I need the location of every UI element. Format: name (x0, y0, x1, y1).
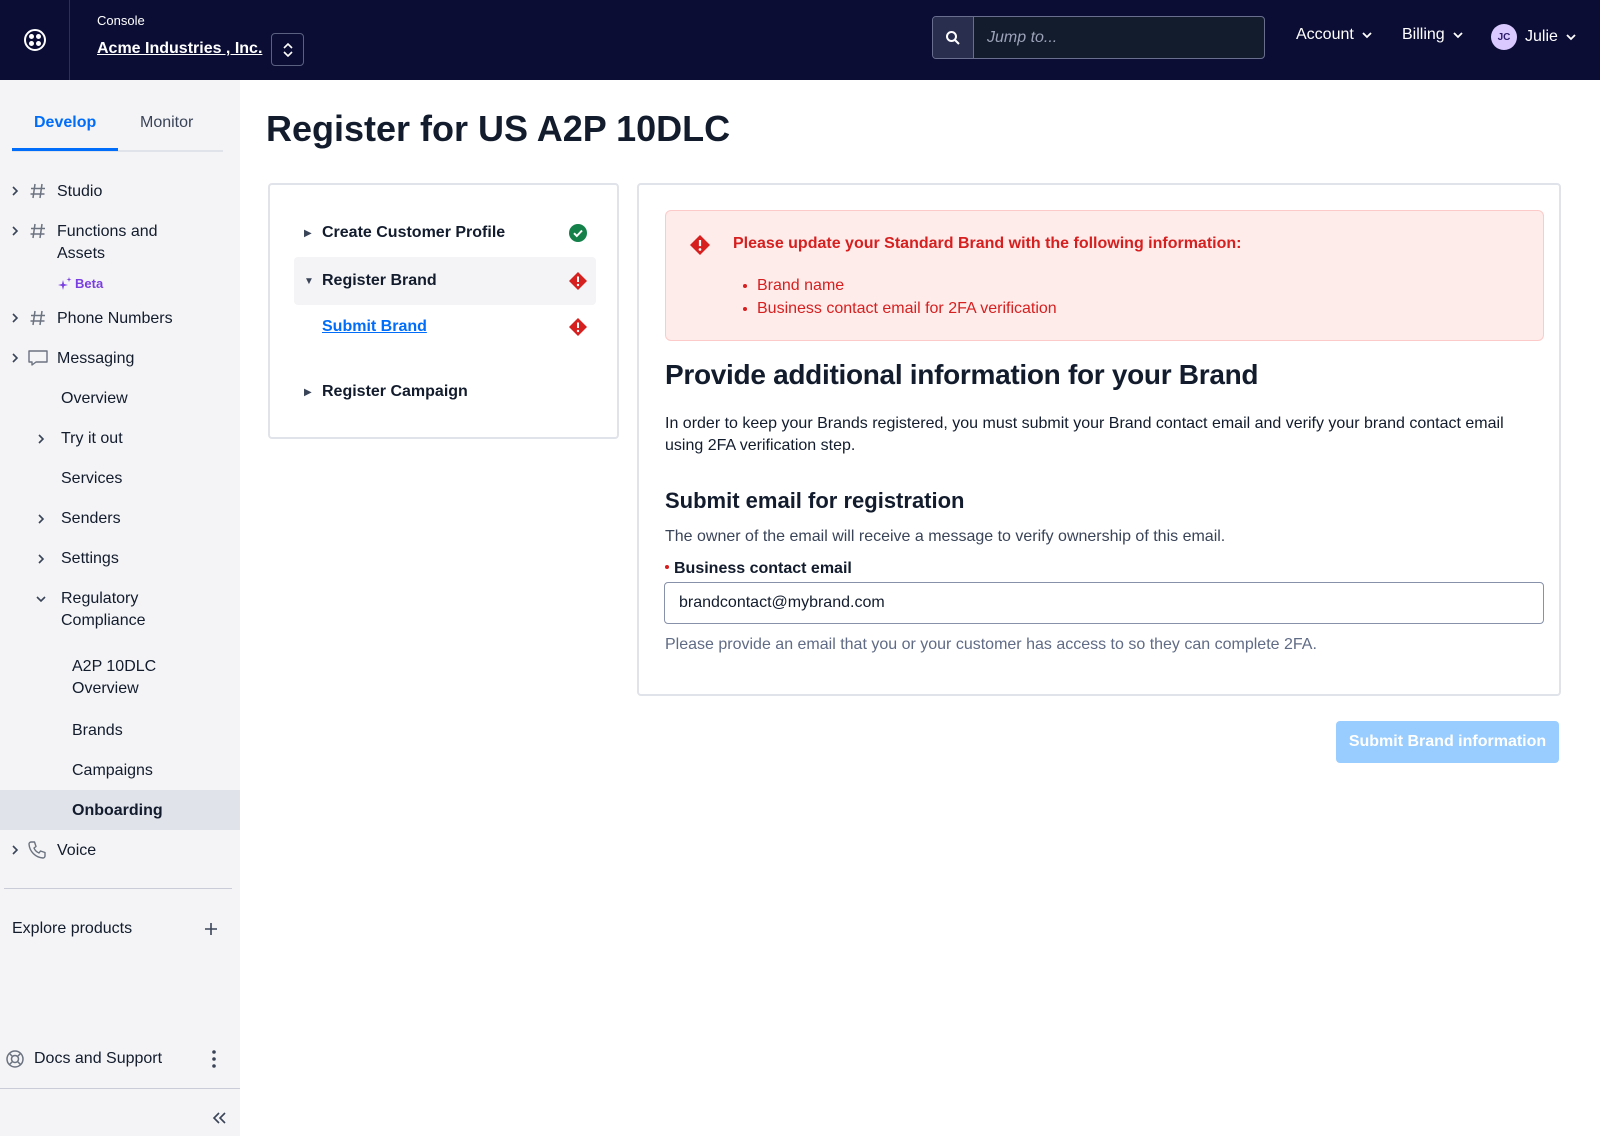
caret-down-icon: ▼ (304, 275, 314, 287)
jump-to-search (932, 16, 1265, 59)
chevron-down-icon (1453, 32, 1463, 39)
email-field-label: Business contact email (665, 560, 852, 578)
step-submit-brand[interactable]: Submit Brand (294, 303, 596, 351)
sidebar-item-voice[interactable]: Voice (57, 840, 96, 862)
sidebar-item-studio[interactable]: Studio (57, 181, 102, 203)
step-register-campaign[interactable]: ▶ Register Campaign (294, 368, 596, 416)
email-help-text: Please provide an email that you or your… (665, 636, 1317, 653)
beta-label: Beta (75, 276, 104, 291)
error-alert: Please update your Standard Brand with t… (665, 210, 1544, 341)
alert-list-item: Business contact email for 2FA verificat… (743, 297, 1057, 320)
user-menu[interactable]: JC Julie (1491, 24, 1576, 50)
chevron-right-icon[interactable] (10, 186, 20, 196)
app-logo[interactable] (0, 0, 70, 80)
phone-icon (28, 841, 46, 859)
step-label: Register Brand (322, 272, 437, 289)
sidebar-item-regulatory-compliance[interactable]: Regulatory Compliance (61, 588, 181, 632)
step-create-customer-profile[interactable]: ▶ Create Customer Profile (294, 209, 596, 257)
caret-right-icon: ▶ (304, 386, 312, 398)
error-diamond-icon (569, 318, 587, 336)
error-diamond-icon (690, 235, 710, 255)
sidebar-item-a2p-10dlc-overview[interactable]: A2P 10DLC Overview (72, 656, 182, 700)
explore-products-link[interactable]: Explore products (12, 918, 132, 940)
avatar: JC (1491, 24, 1517, 50)
chevron-right-icon[interactable] (10, 313, 20, 323)
sidebar-item-overview[interactable]: Overview (61, 388, 128, 410)
beta-badge: Beta (58, 276, 103, 291)
account-name-link[interactable]: Acme Industries , Inc. (97, 40, 262, 58)
billing-menu-label: Billing (1402, 26, 1445, 43)
chevron-down-icon (1566, 34, 1576, 41)
tab-monitor[interactable]: Monitor (140, 114, 193, 132)
caret-right-icon: ▶ (304, 227, 312, 239)
search-icon (946, 30, 960, 45)
hash-icon (30, 183, 45, 199)
sidebar-divider (4, 888, 232, 889)
registration-steps: ▶ Create Customer Profile ▼ Register Bra… (268, 183, 619, 439)
account-menu-label: Account (1296, 26, 1354, 43)
active-tab-indicator (12, 148, 118, 151)
business-contact-email-field[interactable] (664, 582, 1544, 624)
step-register-brand[interactable]: ▼ Register Brand (294, 257, 596, 305)
chevron-down-icon (1362, 32, 1372, 39)
section-title: Provide additional information for your … (665, 359, 1259, 390)
sidebar-tabs: Develop Monitor (12, 80, 223, 152)
subsection-description: The owner of the email will receive a me… (665, 528, 1226, 545)
brand-info-card: Please update your Standard Brand with t… (637, 183, 1561, 696)
chevron-right-icon[interactable] (36, 434, 46, 444)
console-label: Console (97, 13, 145, 28)
required-indicator (665, 564, 669, 569)
lifebuoy-icon (6, 1050, 24, 1068)
hash-icon (30, 223, 45, 239)
sidebar-item-settings[interactable]: Settings (61, 548, 119, 570)
account-switcher-button[interactable] (271, 33, 304, 66)
sidebar-footer-divider (0, 1088, 240, 1089)
sidebar-item-onboarding[interactable]: Onboarding (72, 800, 163, 822)
step-label: Create Customer Profile (322, 224, 506, 241)
check-circle-icon (569, 224, 587, 242)
chevron-right-icon[interactable] (10, 226, 20, 236)
submit-brand-link[interactable]: Submit Brand (316, 318, 596, 336)
alert-title: Please update your Standard Brand with t… (733, 235, 1242, 252)
error-diamond-icon (569, 272, 587, 290)
account-menu[interactable]: Account (1296, 26, 1372, 44)
chevron-right-icon[interactable] (10, 845, 20, 855)
more-vertical-icon[interactable] (211, 1049, 217, 1069)
sidebar-item-messaging[interactable]: Messaging (57, 348, 134, 370)
search-button[interactable] (933, 17, 974, 58)
tab-develop[interactable]: Develop (34, 114, 96, 132)
sidebar-item-services[interactable]: Services (61, 468, 122, 490)
sidebar: Develop Monitor Studio Functions and Ass… (0, 80, 240, 1136)
section-description: In order to keep your Brands registered,… (665, 415, 1504, 454)
billing-menu[interactable]: Billing (1402, 26, 1463, 44)
plus-icon[interactable] (203, 921, 219, 937)
chevron-right-icon[interactable] (36, 554, 46, 564)
sidebar-item-try-it-out[interactable]: Try it out (61, 428, 123, 450)
chevron-right-icon[interactable] (36, 514, 46, 524)
step-label: Register Campaign (322, 383, 468, 400)
subsection-title: Submit email for registration (665, 488, 965, 513)
sidebar-item-campaigns[interactable]: Campaigns (72, 760, 153, 782)
chevron-up-down-icon (282, 42, 293, 57)
submit-brand-information-button[interactable]: Submit Brand information (1336, 721, 1559, 763)
logo-icon (23, 29, 46, 51)
hash-icon (30, 310, 45, 326)
chevron-right-icon[interactable] (10, 353, 20, 363)
chat-icon (28, 350, 48, 366)
page-title: Register for US A2P 10DLC (266, 108, 731, 149)
user-name: Julie (1525, 28, 1558, 45)
top-bar: Console Acme Industries , Inc. Account B… (0, 0, 1600, 80)
docs-and-support-link[interactable]: Docs and Support (34, 1048, 162, 1070)
sidebar-item-senders[interactable]: Senders (61, 508, 121, 530)
alert-list: Brand name Business contact email for 2F… (743, 274, 1057, 320)
sparkle-icon (58, 276, 72, 290)
sidebar-item-functions-and-assets[interactable]: Functions and Assets (57, 221, 197, 265)
alert-list-item: Brand name (743, 274, 1057, 297)
collapse-sidebar-icon[interactable] (211, 1111, 227, 1125)
chevron-down-icon[interactable] (36, 594, 46, 604)
sidebar-item-brands[interactable]: Brands (72, 720, 123, 742)
search-input[interactable] (974, 17, 1264, 58)
sidebar-item-phone-numbers[interactable]: Phone Numbers (57, 308, 173, 330)
